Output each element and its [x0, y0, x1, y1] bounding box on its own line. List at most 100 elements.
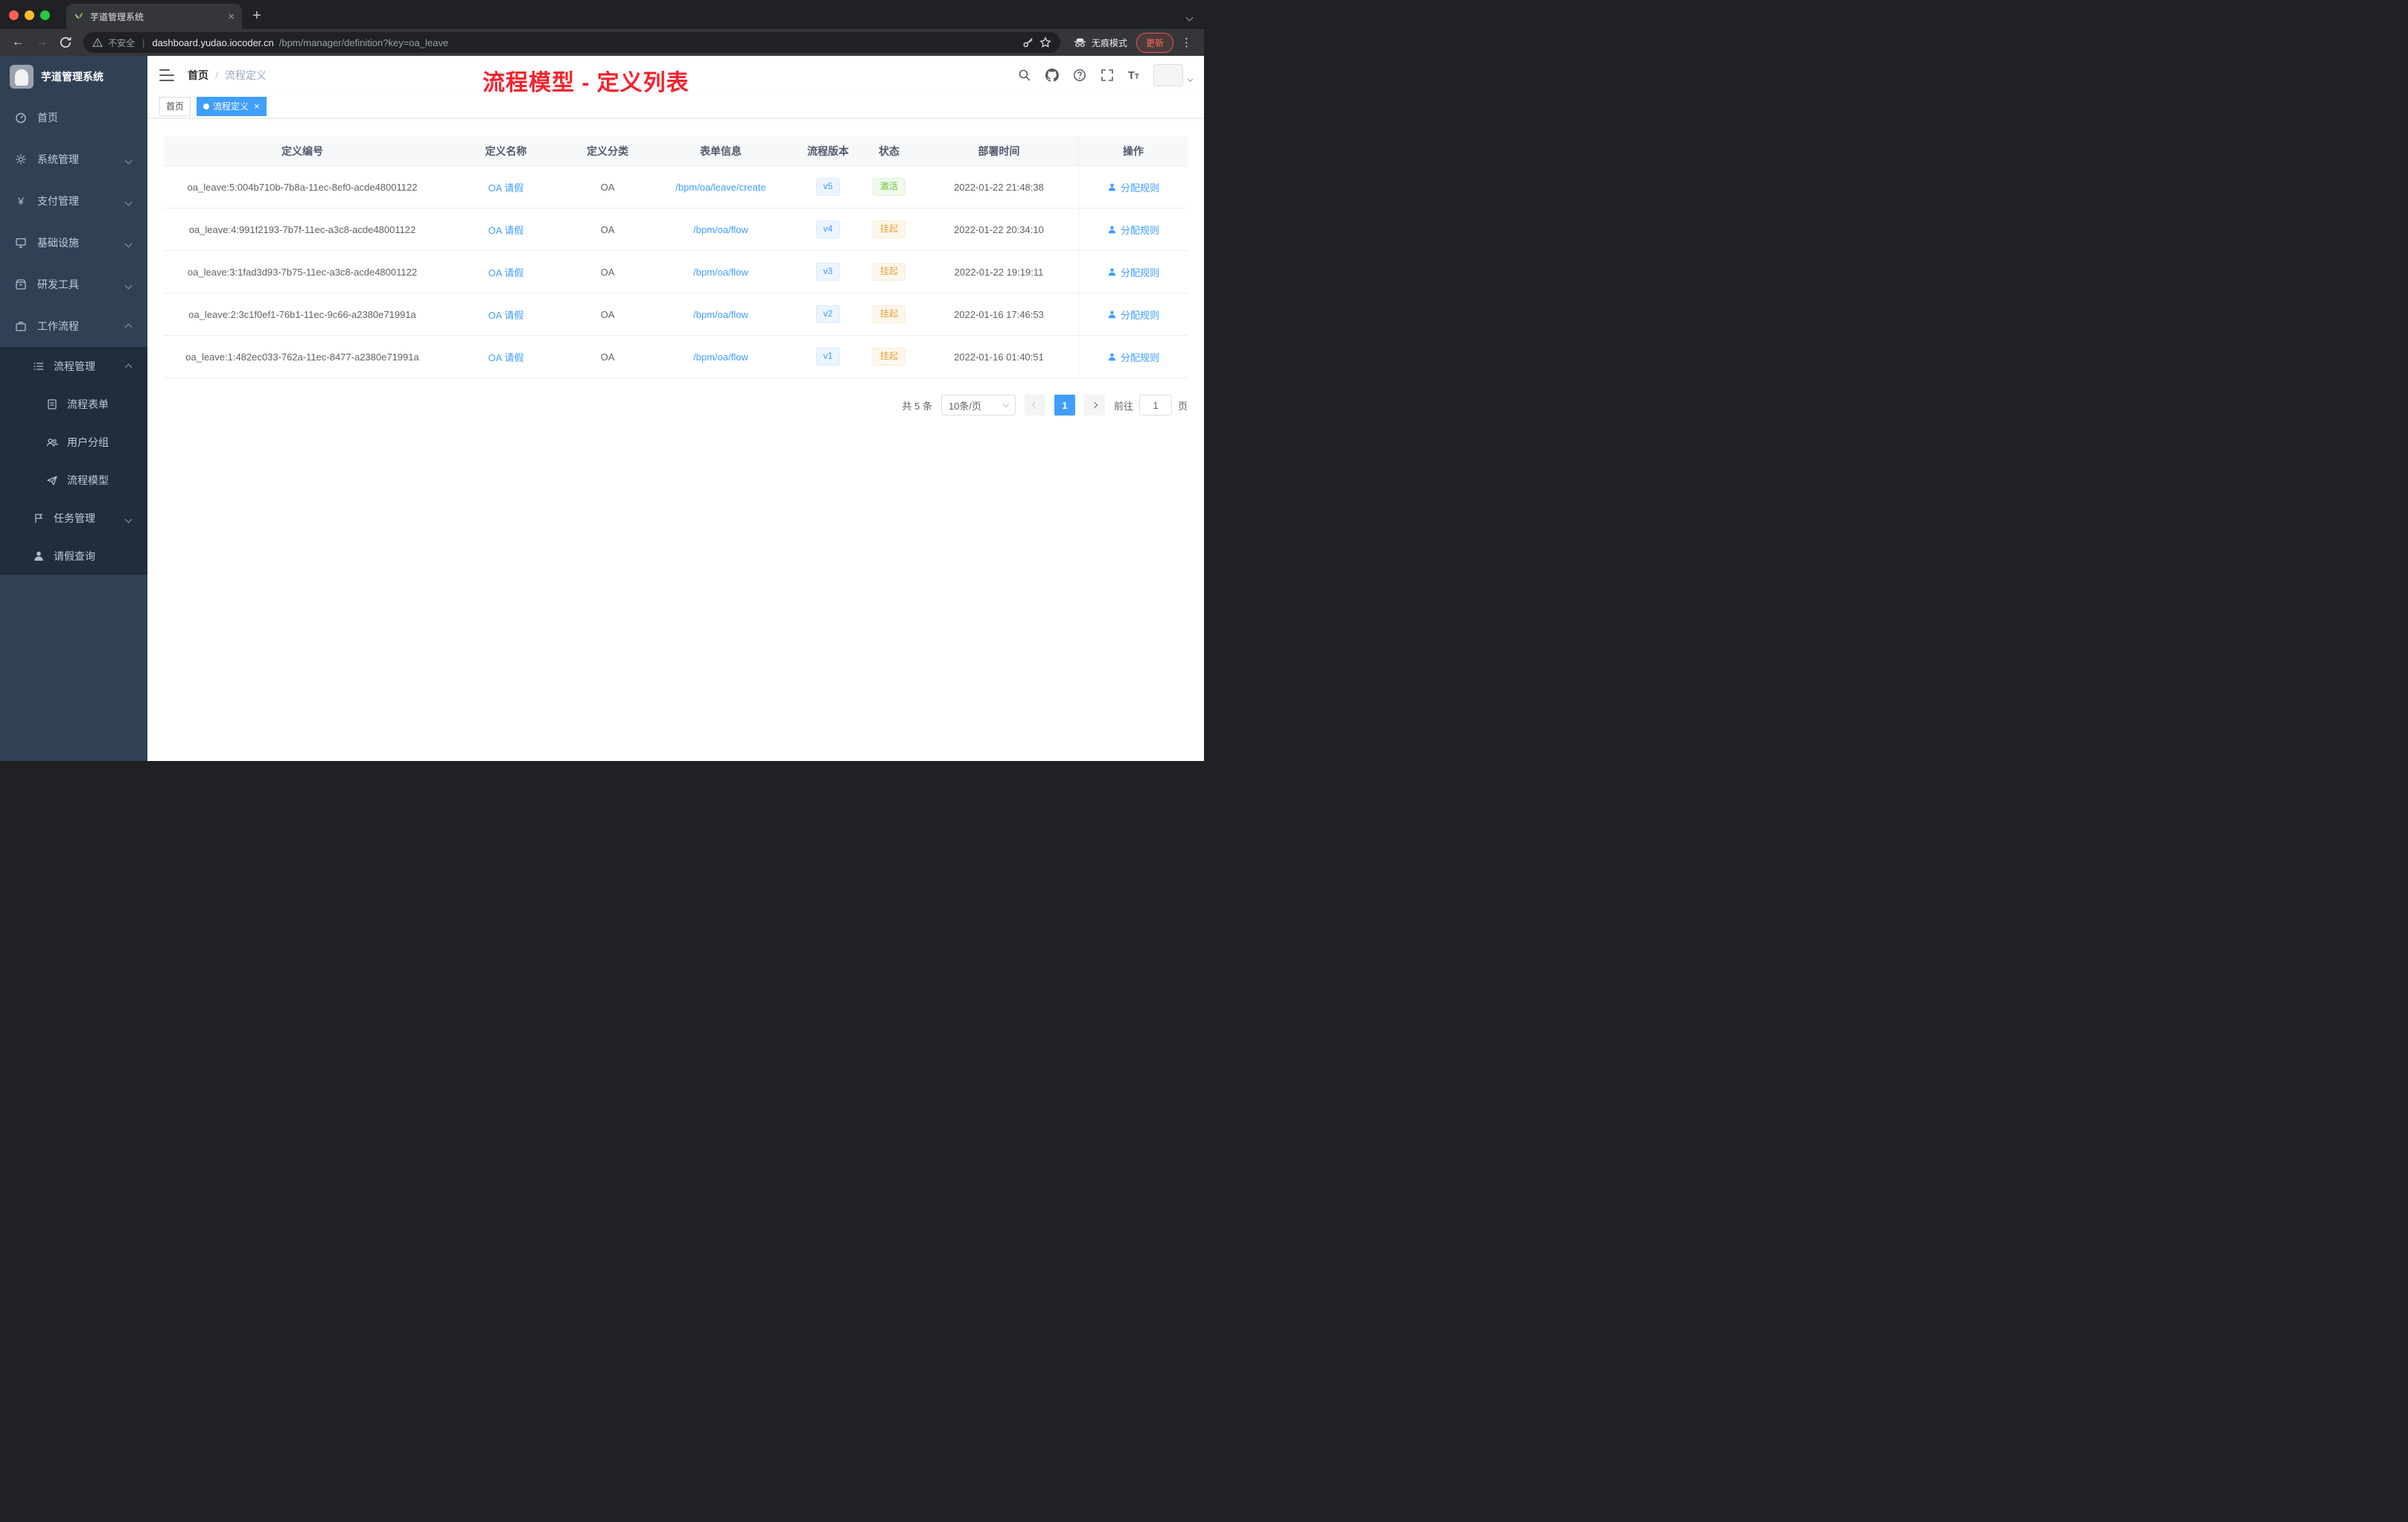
- chevron-down-icon: [124, 512, 133, 524]
- password-key-icon[interactable]: [1022, 36, 1034, 48]
- sidebar-item-user-group[interactable]: 用户分组: [0, 423, 147, 461]
- assign-rule-link[interactable]: 分配规则: [1107, 265, 1159, 279]
- assign-rule-link[interactable]: 分配规则: [1107, 350, 1159, 364]
- definition-name-link[interactable]: OA 请假: [488, 310, 524, 321]
- help-icon[interactable]: [1073, 69, 1086, 82]
- col-header-form: 表单信息: [700, 144, 742, 157]
- definition-name-link[interactable]: OA 请假: [488, 225, 524, 236]
- tab-close-icon[interactable]: ×: [228, 11, 235, 22]
- form-link[interactable]: /bpm/oa/flow: [693, 351, 748, 363]
- back-button[interactable]: ←: [7, 32, 28, 53]
- sidebar-item-leave-query[interactable]: 请假查询: [0, 537, 147, 575]
- breadcrumb-separator: /: [215, 69, 218, 81]
- fullscreen-icon[interactable]: [1101, 69, 1114, 82]
- sidebar-item-payment[interactable]: ¥ 支付管理: [0, 180, 147, 222]
- sidebar: 芋道管理系统 首页 系统管理 ¥ 支付管理 基础设施 研发工具 工作流程 流程管…: [0, 56, 147, 761]
- assign-rule-link[interactable]: 分配规则: [1107, 223, 1159, 237]
- form-link[interactable]: /bpm/oa/leave/create: [675, 182, 765, 193]
- cell-deploy-time: 2022-01-22 20:34:10: [954, 223, 1044, 235]
- col-header-name: 定义名称: [485, 144, 527, 157]
- cell-definition-id: oa_leave:1:482ec033-762a-11ec-8477-a2380…: [185, 351, 419, 363]
- sidebar-logo[interactable]: 芋道管理系统: [0, 56, 147, 97]
- avatar-caret-icon[interactable]: [1187, 71, 1194, 85]
- sidebar-toggle-icon[interactable]: [159, 69, 174, 81]
- tag-label: 流程定义: [213, 101, 249, 112]
- definition-name-link[interactable]: OA 请假: [488, 352, 524, 363]
- table-row: oa_leave:1:482ec033-762a-11ec-8477-a2380…: [164, 336, 1188, 378]
- tag-process-definition[interactable]: 流程定义 ×: [197, 96, 267, 116]
- logo-avatar: [10, 64, 34, 89]
- sidebar-item-process-form[interactable]: 流程表单: [0, 385, 147, 423]
- flag-icon: [33, 512, 45, 524]
- goto-unit: 页: [1177, 400, 1188, 412]
- forward-button[interactable]: →: [31, 32, 52, 53]
- tab-favicon-icon: [74, 11, 84, 22]
- list-icon: [33, 360, 45, 372]
- github-icon[interactable]: [1045, 69, 1059, 82]
- sidebar-item-label: 系统管理: [37, 153, 79, 165]
- page-size-select[interactable]: 10条/页: [940, 395, 1016, 415]
- sidebar-item-home[interactable]: 首页: [0, 97, 147, 138]
- sidebar-item-system[interactable]: 系统管理: [0, 138, 147, 180]
- browser-toolbar: ← → 不安全 | dashboard.yudao.iocoder.cn /bp…: [0, 29, 1204, 56]
- incognito-badge: 无痕模式: [1074, 36, 1127, 49]
- col-header-id: 定义编号: [281, 144, 323, 157]
- cell-category: OA: [600, 266, 615, 278]
- tag-close-icon[interactable]: ×: [254, 101, 260, 111]
- font-size-icon[interactable]: TT: [1128, 70, 1139, 81]
- close-window-button[interactable]: [9, 10, 19, 20]
- minimize-window-button[interactable]: [25, 10, 34, 20]
- security-warning-icon[interactable]: [92, 37, 103, 48]
- security-label[interactable]: 不安全: [108, 36, 135, 49]
- url-separator: |: [142, 36, 145, 48]
- col-header-category: 定义分类: [587, 144, 628, 157]
- new-tab-button[interactable]: +: [252, 7, 261, 25]
- next-page-button[interactable]: [1083, 395, 1105, 415]
- definition-name-link[interactable]: OA 请假: [488, 182, 524, 194]
- user-avatar[interactable]: [1153, 64, 1183, 86]
- tag-home[interactable]: 首页: [159, 96, 191, 116]
- workflow-submenu: 流程管理 流程表单 用户分组 流程模型 任务管理 请假查询: [0, 347, 147, 575]
- reload-button[interactable]: [55, 32, 76, 53]
- prev-page-button[interactable]: [1024, 395, 1045, 415]
- search-icon[interactable]: [1018, 69, 1031, 82]
- form-link[interactable]: /bpm/oa/flow: [693, 267, 748, 278]
- definition-table: 定义编号 定义名称 定义分类 表单信息 流程版本 状态 部署时间 操作 oa_l…: [164, 136, 1188, 378]
- browser-tab[interactable]: 芋道管理系统 ×: [66, 4, 242, 29]
- sidebar-item-infrastructure[interactable]: 基础设施: [0, 222, 147, 264]
- user-icon: [1108, 310, 1116, 318]
- gear-icon: [15, 153, 27, 165]
- form-link[interactable]: /bpm/oa/flow: [693, 224, 748, 235]
- cell-definition-id: oa_leave:2:3c1f0ef1-76b1-11ec-9c66-a2380…: [188, 308, 416, 320]
- breadcrumb-home[interactable]: 首页: [188, 68, 208, 83]
- update-button[interactable]: 更新: [1135, 32, 1173, 53]
- assign-rule-link[interactable]: 分配规则: [1107, 180, 1159, 194]
- browser-window: 芋道管理系统 × + ← → 不安全 | dashboard.yudao.ioc…: [0, 0, 1204, 761]
- goto-page-input[interactable]: [1138, 395, 1172, 415]
- sidebar-item-process-model[interactable]: 流程模型: [0, 461, 147, 499]
- chevron-down-icon: [1002, 401, 1010, 407]
- status-badge: 挂起: [872, 305, 905, 323]
- cell-category: OA: [600, 181, 615, 193]
- sidebar-item-task-manage[interactable]: 任务管理: [0, 499, 147, 537]
- window-controls[interactable]: [0, 10, 59, 20]
- sidebar-item-process-manage[interactable]: 流程管理: [0, 347, 147, 385]
- browser-menu-icon[interactable]: ⋮: [1181, 36, 1192, 49]
- form-link[interactable]: /bpm/oa/flow: [693, 309, 748, 320]
- definition-name-link[interactable]: OA 请假: [488, 267, 524, 278]
- bookmark-star-icon[interactable]: [1039, 36, 1051, 48]
- page-number-button[interactable]: 1: [1054, 395, 1075, 415]
- sidebar-item-label: 流程管理: [54, 360, 95, 372]
- status-badge: 挂起: [872, 220, 905, 238]
- breadcrumb: 首页 / 流程定义: [188, 68, 267, 83]
- address-bar[interactable]: 不安全 | dashboard.yudao.iocoder.cn /bpm/ma…: [83, 32, 1060, 53]
- assign-rule-link[interactable]: 分配规则: [1107, 308, 1159, 322]
- version-tag: v3: [815, 263, 841, 281]
- tag-label: 首页: [166, 101, 185, 112]
- sidebar-item-workflow[interactable]: 工作流程: [0, 305, 147, 347]
- sidebar-item-devtools[interactable]: 研发工具: [0, 264, 147, 305]
- user-icon: [1108, 267, 1116, 276]
- sidebar-item-label: 请假查询: [54, 550, 95, 562]
- zoom-window-button[interactable]: [40, 10, 50, 20]
- tab-search-caret-icon[interactable]: [1185, 10, 1194, 24]
